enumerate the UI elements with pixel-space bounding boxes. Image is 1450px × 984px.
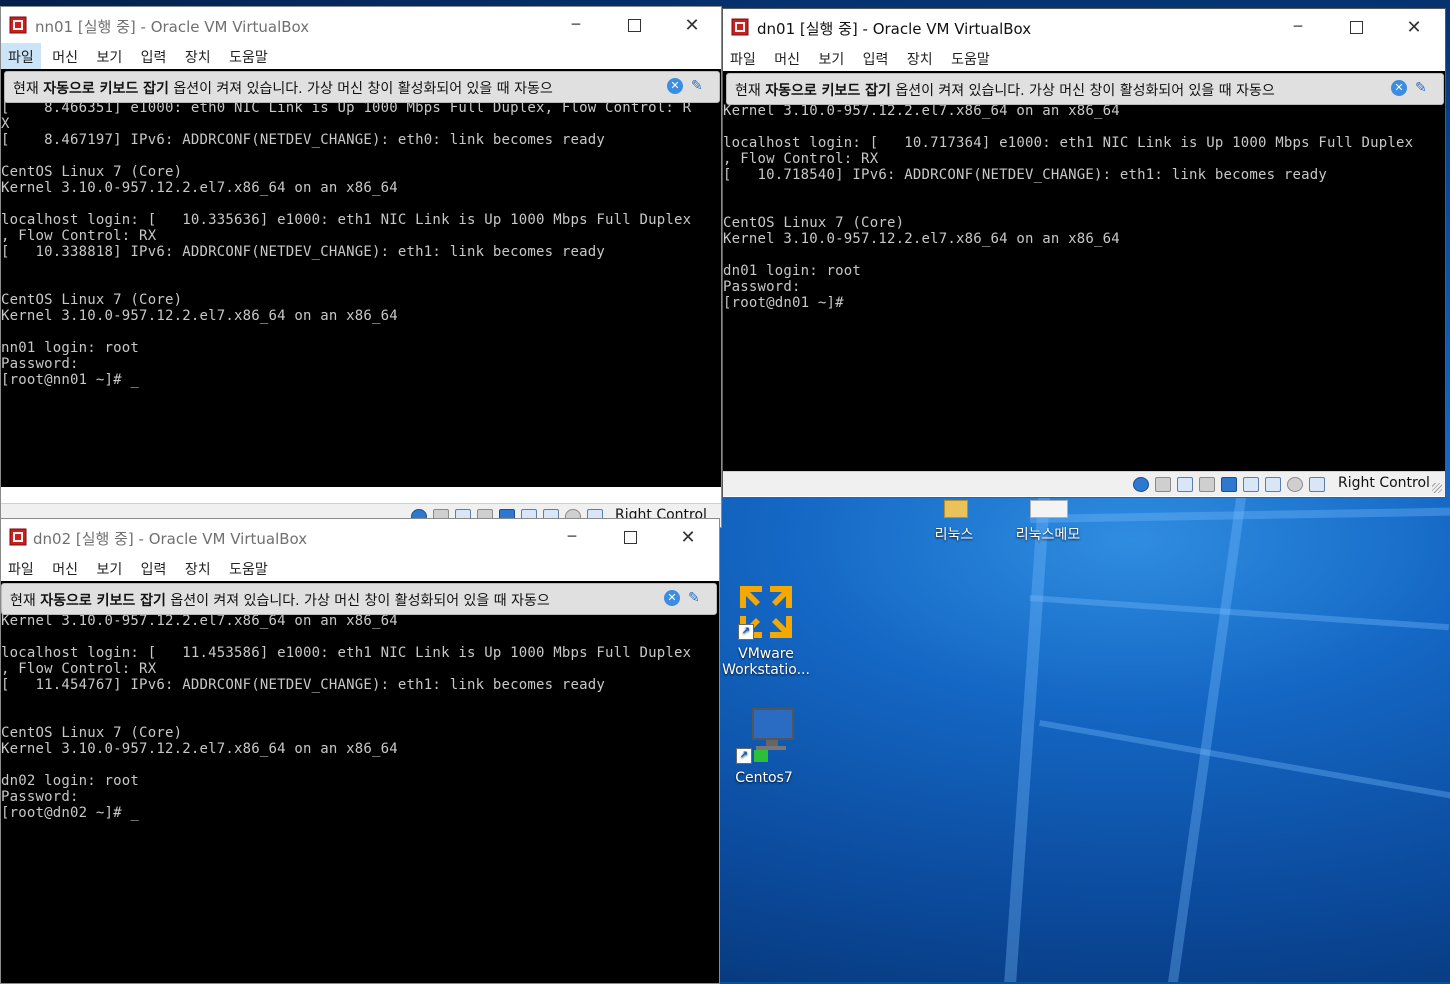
menu-file[interactable]: 파일 [723,45,763,71]
notice-close-icon[interactable]: ✕ [664,590,680,606]
minimize-icon: ─ [567,529,577,545]
keyboard-capture-notice: 현재 자동으로 키보드 잡기 옵션이 켜져 있습니다. 가상 머신 창이 활성화… [4,71,720,103]
folder-icon [924,500,984,520]
mouse-integration-icon[interactable] [1309,476,1325,492]
maximize-icon [1349,20,1363,34]
keyboard-capture-notice: 현재 자동으로 키보드 잡기 옵션이 켜져 있습니다. 가상 머신 창이 활성화… [1,583,717,615]
minimize-button[interactable]: ─ [1269,9,1327,45]
menu-view[interactable]: 보기 [89,43,129,69]
minimize-button[interactable]: ─ [543,519,601,555]
minimize-button[interactable]: ─ [547,7,605,43]
menu-machine[interactable]: 머신 [45,43,85,69]
host-key-label: Right Control [1338,475,1430,491]
menu-view[interactable]: 보기 [811,45,851,71]
document-icon [1018,500,1078,520]
virtualbox-icon [731,18,749,36]
desktop-icon-centos7[interactable]: ↗ Centos7 [716,706,812,786]
menu-machine[interactable]: 머신 [767,45,807,71]
vbox-window-nn01[interactable]: nn01 [실행 중] - Oracle VM VirtualBox ─ ✕ 파… [0,6,722,528]
menu-bar: 파일 머신 보기 입력 장치 도움말 [1,43,721,69]
vmware-icon: ↗ [736,582,796,642]
notice-dont-show-icon[interactable]: ✎ [688,590,706,606]
window-title: dn01 [실행 중] - Oracle VM VirtualBox [757,20,1032,38]
menu-devices[interactable]: 장치 [900,45,940,71]
desktop-icon-label: 리눅스 [934,527,974,543]
notice-close-icon[interactable]: ✕ [667,78,683,94]
usb-icon[interactable] [1199,476,1215,492]
console-output: Kernel 3.10.0-957.12.2.el7.x86_64 on an … [1,613,692,821]
notice-dont-show-icon[interactable]: ✎ [691,78,709,94]
status-bar: Right Control [723,471,1445,496]
close-button[interactable]: ✕ [663,7,721,43]
close-icon: ✕ [684,14,700,36]
virtualbox-icon [9,528,27,546]
menu-help[interactable]: 도움말 [944,45,997,71]
maximize-button[interactable] [1327,9,1385,45]
menu-devices[interactable]: 장치 [178,555,218,581]
wallpaper-beam [1029,595,1449,631]
console-output: Kernel 3.10.0-957.12.2.el7.x86_64 on an … [723,103,1414,311]
notice-close-icon[interactable]: ✕ [1391,80,1407,96]
vm-screen[interactable]: [ 8.466351] e1000: eth0 NIC Link is Up 1… [1,69,721,487]
menu-help[interactable]: 도움말 [222,555,275,581]
notice-text: 현재 자동으로 키보드 잡기 옵션이 켜져 있습니다. 가상 머신 창이 활성화… [10,593,550,609]
menu-input[interactable]: 입력 [134,555,174,581]
shortcut-arrow-icon: ↗ [736,748,752,764]
menu-file[interactable]: 파일 [1,43,41,69]
title-bar[interactable]: nn01 [실행 중] - Oracle VM VirtualBox ─ ✕ [1,7,721,43]
vm-screen[interactable]: Kernel 3.10.0-957.12.2.el7.x86_64 on an … [1,581,719,983]
recording-icon[interactable] [1265,476,1281,492]
maximize-icon [627,18,641,32]
desktop-icon-linux-folder[interactable]: 리눅스 [906,500,1002,544]
menu-input[interactable]: 입력 [134,43,174,69]
notice-text: 현재 자동으로 키보드 잡기 옵션이 켜져 있습니다. 가상 머신 창이 활성화… [13,81,553,97]
window-title: dn02 [실행 중] - Oracle VM VirtualBox [33,530,308,548]
title-bar[interactable]: dn02 [실행 중] - Oracle VM VirtualBox ─ ✕ [1,519,719,555]
maximize-button[interactable] [605,7,663,43]
wallpaper-beam [1038,720,1450,799]
menu-view[interactable]: 보기 [89,555,129,581]
cpu-icon[interactable] [1287,476,1303,492]
keyboard-capture-notice: 현재 자동으로 키보드 잡기 옵션이 켜져 있습니다. 가상 머신 창이 활성화… [726,73,1444,105]
menu-machine[interactable]: 머신 [45,555,85,581]
menu-help[interactable]: 도움말 [222,43,275,69]
resize-grip[interactable] [1432,483,1442,493]
optical-drive-icon[interactable] [1155,476,1171,492]
desktop-icon-label: VMware Workstatio... [722,646,810,678]
title-bar[interactable]: dn01 [실행 중] - Oracle VM VirtualBox ─ ✕ [723,9,1445,45]
notice-dont-show-icon[interactable]: ✎ [1415,80,1433,96]
shortcut-arrow-icon: ↗ [738,624,754,640]
display-icon[interactable] [1243,476,1259,492]
wallpaper-beam [1166,470,1250,982]
virtualbox-icon [9,16,27,34]
hard-disk-icon[interactable] [1133,476,1149,492]
vbox-window-dn01[interactable]: dn01 [실행 중] - Oracle VM VirtualBox ─ ✕ 파… [722,8,1446,498]
computer-icon: ↗ [734,706,794,766]
notice-text: 현재 자동으로 키보드 잡기 옵션이 켜져 있습니다. 가상 머신 창이 활성화… [735,83,1275,99]
menu-file[interactable]: 파일 [1,555,41,581]
desktop-icon-linux-memo[interactable]: 리눅스메모 [1000,500,1096,544]
minimize-icon: ─ [571,17,581,33]
minimize-icon: ─ [1293,19,1303,35]
maximize-icon [623,530,637,544]
vm-screen[interactable]: Kernel 3.10.0-957.12.2.el7.x86_64 on an … [723,71,1445,471]
console-output: [ 8.466351] e1000: eth0 NIC Link is Up 1… [1,100,692,388]
desktop-icon-label: 리눅스메모 [1015,527,1081,543]
desktop-icon-label: Centos7 [735,770,793,786]
close-button[interactable]: ✕ [1385,9,1443,45]
menu-bar: 파일 머신 보기 입력 장치 도움말 [1,555,719,581]
maximize-button[interactable] [601,519,659,555]
menu-bar: 파일 머신 보기 입력 장치 도움말 [723,45,1445,71]
network-icon[interactable] [1177,476,1193,492]
close-icon: ✕ [680,526,696,548]
menu-devices[interactable]: 장치 [178,43,218,69]
window-title: nn01 [실행 중] - Oracle VM VirtualBox [35,18,310,36]
device-indicators [1133,476,1325,492]
close-button[interactable]: ✕ [659,519,717,555]
vbox-window-dn02[interactable]: dn02 [실행 중] - Oracle VM VirtualBox ─ ✕ 파… [0,518,720,984]
desktop-icon-vmware[interactable]: ↗ VMware Workstatio... [718,582,814,678]
menu-input[interactable]: 입력 [856,45,896,71]
shared-folders-icon[interactable] [1221,476,1237,492]
close-icon: ✕ [1406,16,1422,38]
